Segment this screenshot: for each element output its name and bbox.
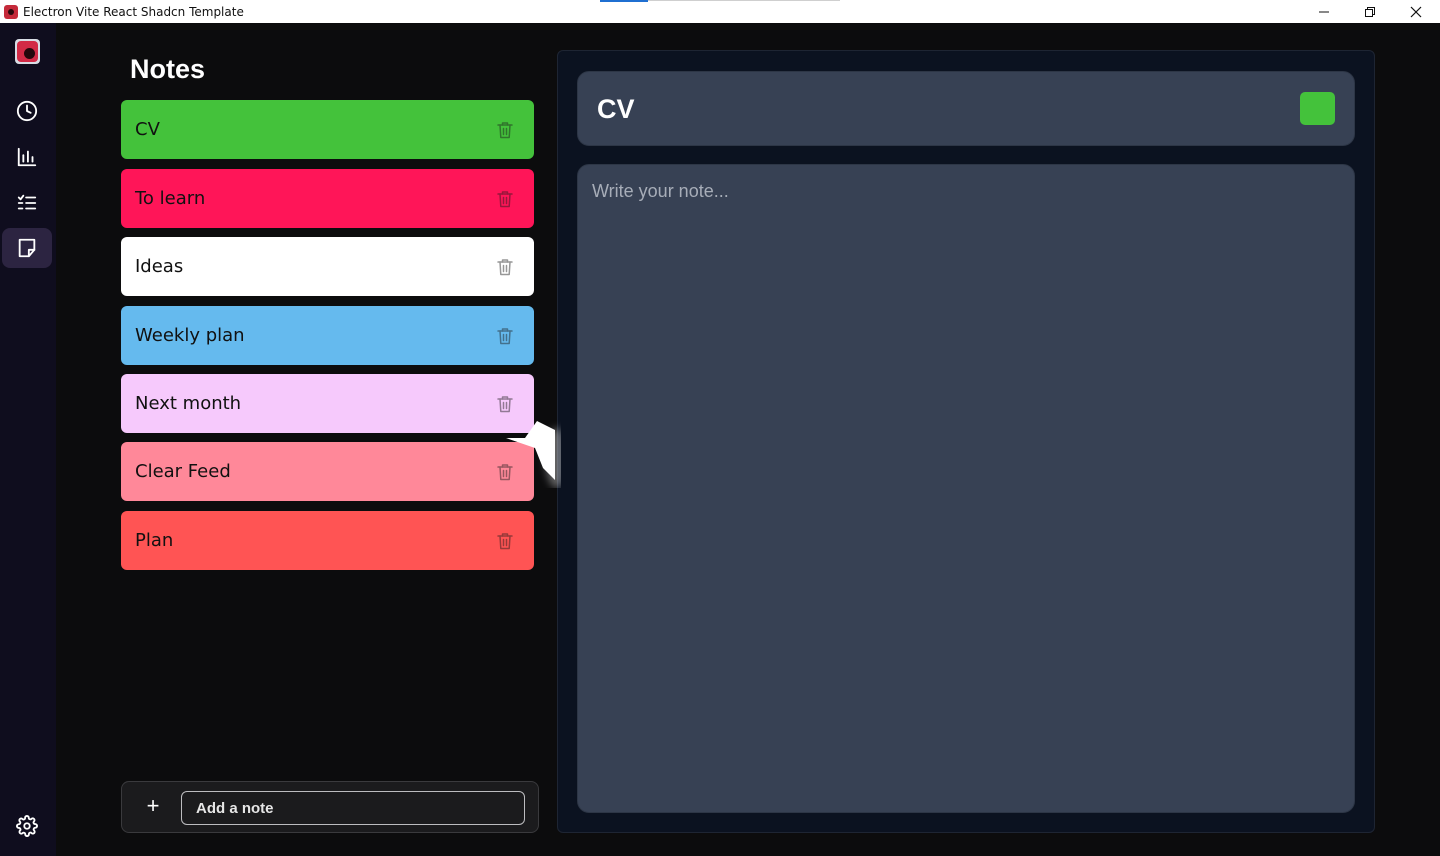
note-card[interactable]: Clear Feed — [121, 442, 534, 501]
delete-note-button[interactable] — [497, 258, 513, 276]
delete-note-button[interactable] — [497, 190, 513, 208]
add-note-plus-button[interactable]: + — [142, 795, 164, 817]
mouse-cursor-icon — [506, 421, 561, 488]
note-body-textarea[interactable] — [577, 164, 1355, 813]
note-card-label: Ideas — [135, 256, 184, 277]
nav-item-stats[interactable] — [2, 137, 52, 177]
delete-note-button[interactable] — [497, 327, 513, 345]
note-card-label: CV — [135, 119, 160, 140]
clock-icon — [16, 100, 38, 122]
note-color-swatch[interactable] — [1300, 92, 1335, 125]
delete-note-button[interactable] — [497, 121, 513, 139]
nav-item-history[interactable] — [2, 91, 52, 131]
close-icon — [1410, 6, 1422, 17]
nav-rail — [0, 23, 56, 856]
list-check-icon — [17, 194, 37, 210]
note-card[interactable]: To learn — [121, 169, 534, 228]
minimize-button[interactable] — [1301, 0, 1347, 23]
titlebar-accent — [600, 0, 648, 2]
note-card[interactable]: Plan — [121, 511, 534, 570]
nav-item-notes[interactable] — [2, 228, 52, 268]
close-button[interactable] — [1393, 0, 1439, 23]
editor-note-title[interactable]: CV — [597, 94, 635, 125]
trash-icon — [497, 259, 513, 276]
trash-icon — [497, 122, 513, 139]
trash-icon — [497, 396, 513, 413]
note-card[interactable]: Next month — [121, 374, 534, 433]
trash-icon — [497, 533, 513, 550]
note-card-label: Weekly plan — [135, 325, 245, 346]
note-card[interactable]: Weekly plan — [121, 306, 534, 365]
window-titlebar: Electron Vite React Shadcn Template — [0, 0, 1440, 23]
note-icon — [18, 238, 36, 258]
app-icon — [4, 4, 18, 19]
note-card-label: Next month — [135, 393, 242, 414]
note-card-label: Clear Feed — [135, 461, 231, 482]
logo-dot — [24, 48, 35, 59]
note-editor: CV — [557, 50, 1375, 833]
editor-header: CV — [577, 71, 1355, 146]
notes-heading: Notes — [130, 54, 206, 84]
restore-icon — [1365, 6, 1375, 17]
bar-chart-icon — [17, 147, 37, 167]
note-card[interactable]: Ideas — [121, 237, 534, 296]
nav-item-tasks[interactable] — [2, 183, 52, 223]
add-note-bar: + — [121, 781, 539, 833]
gear-icon — [16, 815, 38, 837]
window-title: Electron Vite React Shadcn Template — [23, 4, 244, 19]
note-card-label: To learn — [135, 188, 206, 209]
app-logo[interactable] — [15, 39, 40, 64]
minimize-icon — [1319, 11, 1329, 12]
delete-note-button[interactable] — [497, 532, 513, 550]
note-card[interactable]: CV — [121, 100, 534, 159]
titlebar-accent-line — [648, 0, 840, 1]
settings-button[interactable] — [2, 806, 52, 846]
trash-icon — [497, 328, 513, 345]
restore-button[interactable] — [1347, 0, 1393, 23]
note-card-label: Plan — [135, 530, 174, 551]
add-note-input[interactable] — [181, 791, 525, 825]
logo-inner — [17, 41, 38, 62]
delete-note-button[interactable] — [497, 395, 513, 413]
trash-icon — [497, 191, 513, 208]
